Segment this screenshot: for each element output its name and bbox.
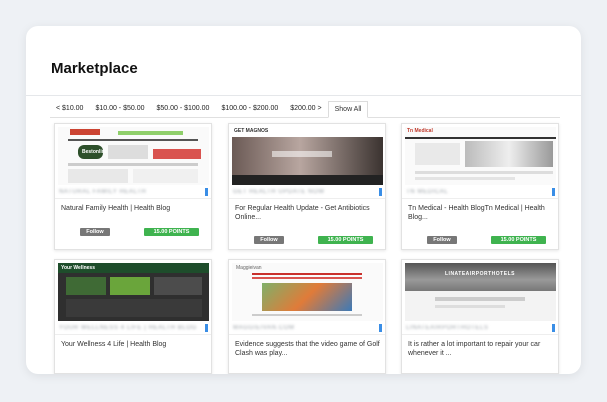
- status-indicator: [205, 324, 208, 332]
- thumb-logo-text: Your Wellness: [61, 265, 95, 271]
- site-card[interactable]: Tn Medical TN MEDICAL Tn Medical - Healt…: [401, 123, 559, 250]
- follow-button[interactable]: Follow: [427, 236, 457, 244]
- page-title: Marketplace: [51, 60, 138, 77]
- site-name-blurred: YOUR WELLNESS 4 LIFE | HEALTH BLOG: [59, 325, 197, 331]
- tab-show-all[interactable]: Show All: [327, 101, 369, 118]
- site-card[interactable]: LINATEAIRPORTHOTELS LINATEAIRPORTHOTELS …: [401, 259, 559, 374]
- status-indicator: [552, 324, 555, 332]
- thumb-logo-text: Bestonline: [82, 149, 108, 155]
- tab-100-200[interactable]: $100.00 - $200.00: [215, 101, 284, 118]
- status-indicator: [379, 188, 382, 196]
- site-card[interactable]: Bestonline NATURAL FAMILY HEALTH Natural…: [54, 123, 212, 250]
- site-name-blurred: GET HEALTH UPDATE NOW: [233, 189, 325, 195]
- site-thumbnail[interactable]: GET MAGNOS: [232, 127, 383, 185]
- points-badge: 15.00 POINTS: [144, 228, 199, 236]
- card-title: Natural Family Health | Health Blog: [61, 205, 171, 212]
- points-badge: 15.00 POINTS: [318, 236, 373, 244]
- thumb-logo-text: Maggieivan: [236, 265, 262, 271]
- thumb-logo-text: Tn Medical: [407, 128, 433, 134]
- thumb-logo-text: LINATEAIRPORTHOTELS: [445, 271, 515, 277]
- site-thumbnail[interactable]: Your Wellness: [58, 263, 209, 321]
- site-thumbnail[interactable]: LINATEAIRPORTHOTELS: [405, 263, 556, 321]
- status-indicator: [379, 324, 382, 332]
- follow-button[interactable]: Follow: [254, 236, 284, 244]
- card-title: Evidence suggests that the video game of…: [235, 341, 380, 357]
- card-title: For Regular Health Update - Get Antibiot…: [235, 205, 370, 221]
- site-card[interactable]: Maggieivan MAGGIEIVAN.COM Evidence sugge…: [228, 259, 386, 374]
- site-name-blurred: TN MEDICAL: [406, 189, 449, 195]
- site-name-blurred: NATURAL FAMILY HEALTH: [59, 189, 147, 195]
- card-title: Your Wellness 4 Life | Health Blog: [61, 341, 167, 348]
- card-title: It is rather a lot important to repair y…: [408, 341, 541, 357]
- price-tabs: < $10.00 $10.00 - $50.00 $50.00 - $100.0…: [50, 101, 560, 118]
- card-title: Tn Medical - Health BlogTn Medical | Hea…: [408, 205, 545, 221]
- site-card[interactable]: GET MAGNOS GET HEALTH UPDATE NOW For Reg…: [228, 123, 386, 250]
- site-thumbnail[interactable]: Tn Medical: [405, 127, 556, 185]
- tab-50-100[interactable]: $50.00 - $100.00: [151, 101, 216, 118]
- tab-under-10[interactable]: < $10.00: [50, 101, 89, 118]
- site-thumbnail[interactable]: Maggieivan: [232, 263, 383, 321]
- tab-over-200[interactable]: $200.00 >: [284, 101, 327, 118]
- thumb-logo-text: GET MAGNOS: [234, 128, 269, 134]
- site-card[interactable]: Your Wellness YOUR WELLNESS 4 LIFE | HEA…: [54, 259, 212, 374]
- status-indicator: [552, 188, 555, 196]
- header-divider: [26, 95, 581, 96]
- card-grid: Bestonline NATURAL FAMILY HEALTH Natural…: [51, 123, 571, 374]
- site-name-blurred: MAGGIEIVAN.COM: [233, 325, 295, 331]
- status-indicator: [205, 188, 208, 196]
- site-thumbnail[interactable]: Bestonline: [58, 127, 209, 185]
- marketplace-panel: Marketplace < $10.00 $10.00 - $50.00 $50…: [26, 26, 581, 374]
- site-name-blurred: LINATEAIRPORTHOTELS: [406, 325, 489, 331]
- tab-10-50[interactable]: $10.00 - $50.00: [89, 101, 150, 118]
- points-badge: 15.00 POINTS: [491, 236, 546, 244]
- follow-button[interactable]: Follow: [80, 228, 110, 236]
